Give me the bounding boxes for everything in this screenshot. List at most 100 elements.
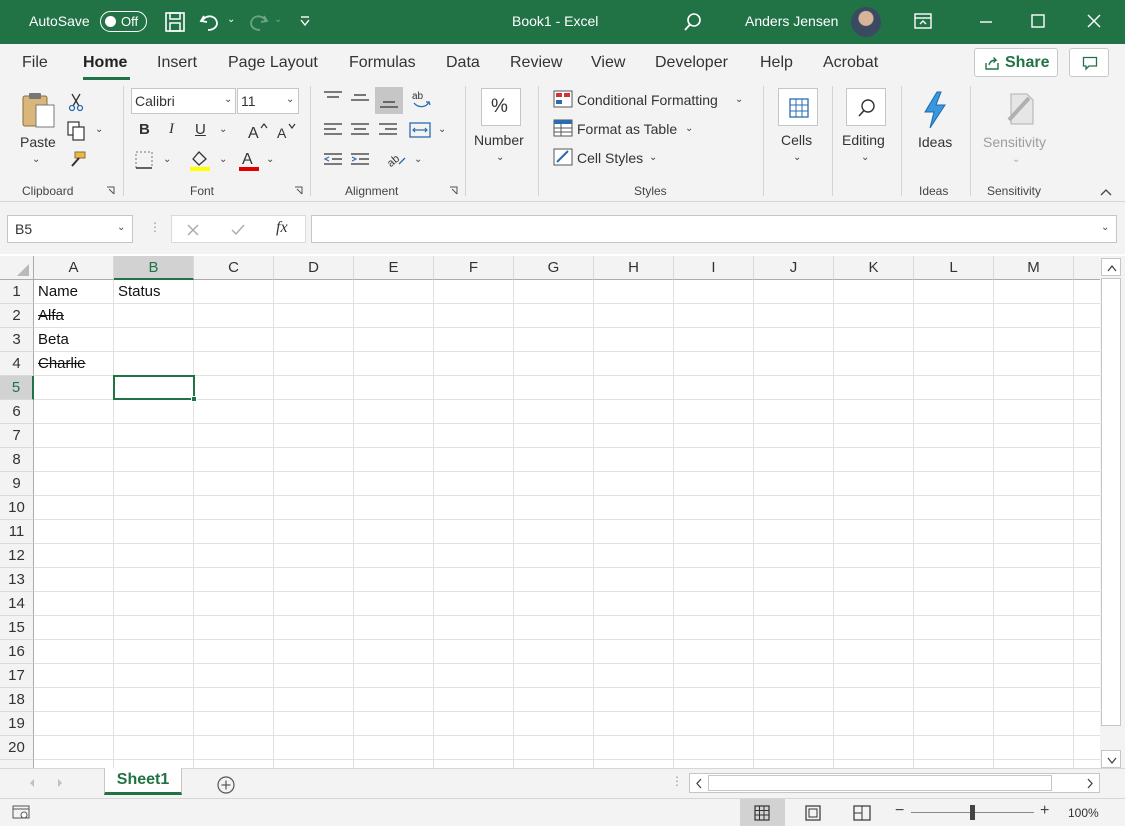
row-header-13[interactable]: 13 — [0, 568, 34, 592]
editing-dropdown-icon[interactable]: ⌄ — [861, 152, 869, 163]
column-header-i[interactable]: I — [674, 256, 754, 280]
tab-formulas[interactable]: Formulas — [349, 54, 416, 72]
cells-dropdown-icon[interactable]: ⌄ — [793, 152, 801, 163]
formula-input[interactable]: ⌄ — [311, 215, 1117, 243]
comments-button[interactable] — [1069, 48, 1109, 77]
row-header-6[interactable]: 6 — [0, 400, 34, 424]
editing-label[interactable]: Editing — [842, 132, 885, 148]
cell-styles-dropdown-icon[interactable]: ⌄ — [649, 152, 657, 163]
user-name[interactable]: Anders Jensen — [745, 13, 838, 29]
collapse-ribbon-icon[interactable] — [1099, 187, 1113, 197]
ideas-icon[interactable] — [919, 90, 951, 130]
zoom-level[interactable]: 100% — [1068, 806, 1099, 820]
align-right-icon[interactable] — [378, 122, 398, 138]
align-left-icon[interactable] — [323, 122, 343, 138]
underline-dropdown-icon[interactable]: ⌄ — [219, 124, 227, 135]
column-header-d[interactable]: D — [274, 256, 354, 280]
row-header-15[interactable]: 15 — [0, 616, 34, 640]
cut-icon[interactable] — [66, 92, 86, 112]
page-layout-view-icon[interactable] — [805, 805, 821, 821]
orientation-icon[interactable]: ab — [410, 88, 432, 110]
row-header-2[interactable]: 2 — [0, 304, 34, 328]
ideas-button[interactable]: Ideas — [918, 134, 952, 150]
merge-center-icon[interactable] — [408, 120, 432, 140]
column-header-k[interactable]: K — [834, 256, 914, 280]
tab-file[interactable]: File — [22, 54, 48, 72]
middle-align-icon[interactable] — [350, 90, 370, 106]
cell-a3[interactable]: Beta — [34, 328, 69, 352]
borders-dropdown-icon[interactable]: ⌄ — [163, 154, 171, 165]
row-header-18[interactable]: 18 — [0, 688, 34, 712]
row-header-20[interactable]: 20 — [0, 736, 34, 760]
number-format-button[interactable]: % — [481, 88, 521, 126]
select-all-corner[interactable] — [0, 256, 34, 280]
tab-home[interactable]: Home — [83, 54, 127, 72]
next-sheet-icon[interactable] — [55, 778, 65, 788]
horizontal-scrollbar[interactable] — [689, 773, 1100, 793]
macro-record-icon[interactable] — [12, 805, 30, 821]
cell-a1[interactable]: Name — [34, 280, 78, 304]
paste-dropdown-icon[interactable]: ⌄ — [32, 154, 40, 165]
tab-page-layout[interactable]: Page Layout — [228, 54, 318, 72]
fill-handle[interactable] — [191, 396, 197, 402]
top-align-icon[interactable] — [323, 90, 343, 106]
row-header-7[interactable]: 7 — [0, 424, 34, 448]
format-as-table-icon[interactable] — [553, 119, 573, 137]
tab-data[interactable]: Data — [446, 54, 480, 72]
scroll-up-button[interactable] — [1101, 258, 1121, 276]
decrease-indent-icon[interactable] — [323, 152, 343, 168]
number-label[interactable]: Number — [474, 132, 524, 148]
row-header-1[interactable]: 1 — [0, 280, 34, 304]
paste-label[interactable]: Paste — [20, 134, 56, 150]
chevron-down-icon[interactable]: ⌄ — [117, 222, 125, 233]
underline-button[interactable]: U — [195, 121, 206, 138]
column-header-j[interactable]: J — [754, 256, 834, 280]
column-header-l[interactable]: L — [914, 256, 994, 280]
column-header-m[interactable]: M — [994, 256, 1074, 280]
font-launcher-icon[interactable] — [294, 186, 304, 196]
tab-review[interactable]: Review — [510, 54, 562, 72]
ribbon-display-icon[interactable] — [913, 12, 933, 30]
minimize-icon[interactable] — [977, 14, 995, 30]
avatar[interactable] — [851, 7, 881, 37]
tab-acrobat[interactable]: Acrobat — [823, 54, 878, 72]
increase-font-size-icon[interactable]: A — [247, 122, 269, 140]
column-header-f[interactable]: F — [434, 256, 514, 280]
tab-help[interactable]: Help — [760, 54, 793, 72]
column-header-b[interactable]: B — [114, 256, 194, 280]
zoom-out-button[interactable]: − — [895, 802, 904, 820]
scroll-thumb[interactable] — [1101, 278, 1121, 726]
close-icon[interactable] — [1086, 13, 1102, 29]
row-header-5[interactable]: 5 — [0, 376, 34, 400]
search-icon[interactable] — [682, 11, 704, 33]
prev-sheet-icon[interactable] — [27, 778, 37, 788]
row-header-12[interactable]: 12 — [0, 544, 34, 568]
cell-styles-label[interactable]: Cell Styles — [577, 150, 643, 166]
sheet-tab-sheet1[interactable]: Sheet1 — [104, 768, 182, 795]
text-direction-dropdown-icon[interactable]: ⌄ — [414, 154, 422, 165]
font-color-dropdown-icon[interactable]: ⌄ — [266, 154, 274, 165]
font-size-select[interactable]: 11 ⌄ — [237, 88, 299, 114]
column-header-a[interactable]: A — [34, 256, 114, 280]
conditional-formatting-dropdown-icon[interactable]: ⌄ — [735, 94, 743, 105]
expand-formula-bar-icon[interactable]: ⌄ — [1101, 222, 1109, 233]
scroll-down-button[interactable] — [1101, 750, 1121, 768]
cells-label[interactable]: Cells — [781, 132, 812, 148]
worksheet-grid[interactable]: A B C D E F G H I J K L M 1 2 3 4 5 6 7 … — [0, 256, 1100, 768]
fill-color-icon[interactable] — [188, 148, 212, 172]
normal-view-button[interactable] — [740, 799, 785, 826]
merge-dropdown-icon[interactable]: ⌄ — [438, 124, 446, 135]
tab-view[interactable]: View — [591, 54, 625, 72]
row-header-10[interactable]: 10 — [0, 496, 34, 520]
format-as-table-label[interactable]: Format as Table — [577, 121, 677, 137]
cells-button[interactable] — [778, 88, 818, 126]
customize-toolbar-icon[interactable] — [298, 15, 312, 27]
paste-icon[interactable] — [20, 90, 58, 130]
row-header-4[interactable]: 4 — [0, 352, 34, 376]
editing-button[interactable] — [846, 88, 886, 126]
alignment-launcher-icon[interactable] — [449, 186, 459, 196]
zoom-slider-thumb[interactable] — [970, 805, 975, 820]
selected-cell-b5[interactable] — [113, 375, 197, 402]
copy-dropdown-icon[interactable]: ⌄ — [95, 124, 103, 135]
align-center-icon[interactable] — [350, 122, 370, 138]
